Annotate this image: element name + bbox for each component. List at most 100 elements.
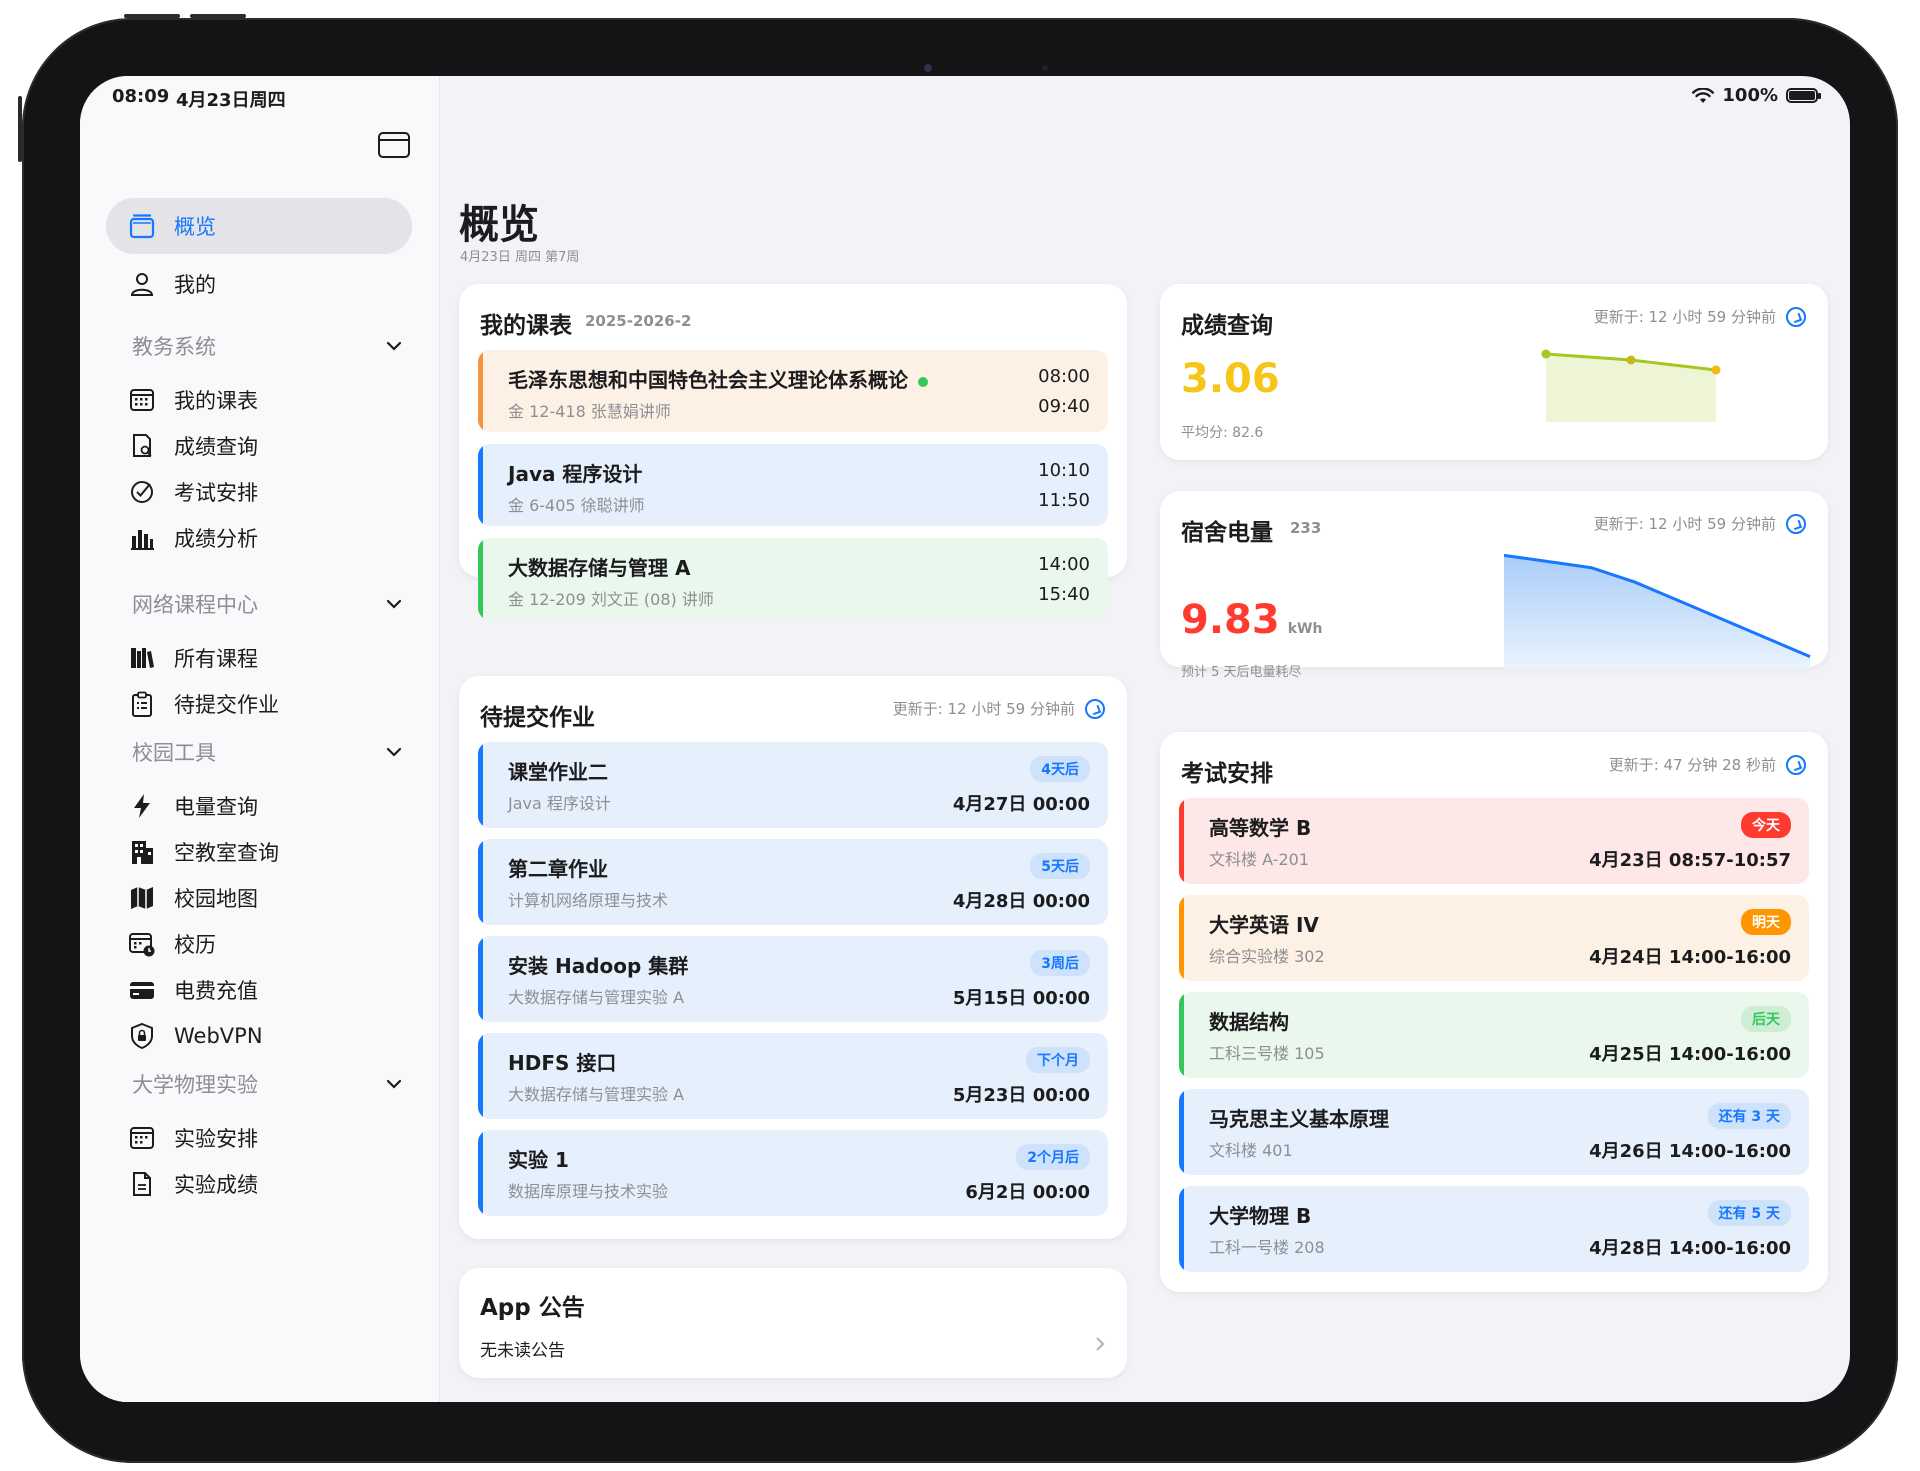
course-location: 金 12-418 张慧娟讲师 bbox=[508, 402, 671, 421]
homework-row[interactable]: 实验 1 数据库原理与技术实验 2个月后 6月2日 00:00 bbox=[478, 1130, 1108, 1216]
sidebar-item-lab-grades[interactable]: 实验成绩 bbox=[106, 1156, 412, 1212]
exam-title: 马克思主义基本原理 bbox=[1209, 1107, 1389, 1131]
updated-text: 更新于: 47 分钟 28 秒前 bbox=[1608, 756, 1776, 774]
homework-course: 大数据存储与管理实验 A bbox=[508, 988, 685, 1007]
sidebar-item-label: 我的课表 bbox=[174, 389, 258, 413]
card-title: 考试安排 bbox=[1181, 761, 1273, 787]
section-online-courses[interactable]: 网络课程中心 bbox=[132, 584, 402, 624]
exam-badge: 明天 bbox=[1741, 909, 1791, 935]
updated-text: 更新于: 12 小时 59 分钟前 bbox=[1593, 515, 1776, 533]
sidebar-item-mine[interactable]: 我的 bbox=[106, 256, 412, 312]
exam-place: 文科楼 401 bbox=[1209, 1141, 1293, 1160]
sidebar-toggle-icon[interactable] bbox=[378, 132, 410, 158]
bar-chart-icon bbox=[126, 522, 158, 554]
due-badge: 2个月后 bbox=[1016, 1144, 1090, 1170]
course-end: 09:40 bbox=[1038, 396, 1090, 417]
homework-row[interactable]: HDFS 接口 大数据存储与管理实验 A 下个月 5月23日 00:00 bbox=[478, 1033, 1108, 1119]
course-row[interactable]: 大数据存储与管理 A 金 12-209 刘文正 (08) 讲师 14:00 15… bbox=[478, 538, 1108, 620]
homework-row[interactable]: 课堂作业二 Java 程序设计 4天后 4月27日 00:00 bbox=[478, 742, 1108, 828]
electricity-value: 9.83 bbox=[1181, 597, 1280, 643]
section-physics-lab[interactable]: 大学物理实验 bbox=[132, 1064, 402, 1104]
course-color-bar bbox=[478, 538, 483, 620]
chevron-down-icon bbox=[386, 599, 402, 609]
homework-color-bar bbox=[478, 742, 483, 828]
updated-info: 更新于: 47 分钟 28 秒前 bbox=[1609, 754, 1806, 775]
exam-title: 高等数学 B bbox=[1209, 816, 1312, 840]
exam-color-bar bbox=[1179, 798, 1184, 884]
exam-row[interactable]: 大学物理 B 工科一号楼 208 还有 5 天 4月28日 14:00-16:0… bbox=[1179, 1186, 1809, 1272]
due-badge: 5天后 bbox=[1030, 853, 1090, 879]
section-title: 教务系统 bbox=[132, 335, 216, 359]
electricity-unit: kWh bbox=[1287, 621, 1323, 637]
main-content: 概览 4月23日 周四 第7周 我的课表 2025-2026-2 毛泽东思想和中… bbox=[440, 76, 1850, 1402]
section-title: 大学物理实验 bbox=[132, 1073, 258, 1097]
due-date: 6月2日 00:00 bbox=[965, 1182, 1090, 1203]
credit-card-icon bbox=[126, 974, 158, 1006]
homework-color-bar bbox=[478, 1033, 483, 1119]
chevron-down-icon bbox=[386, 341, 402, 351]
room-number: 233 bbox=[1290, 519, 1322, 537]
updated-info: 更新于: 12 小时 59 分钟前 bbox=[1594, 306, 1806, 327]
exam-time: 4月23日 08:57-10:57 bbox=[1589, 850, 1791, 871]
sidebar-item-label: 成绩查询 bbox=[174, 435, 258, 459]
top-button bbox=[124, 14, 180, 18]
sidebar-item-overview[interactable]: 概览 bbox=[106, 198, 412, 254]
homework-row[interactable]: 第二章作业 计算机网络原理与技术 5天后 4月28日 00:00 bbox=[478, 839, 1108, 925]
check-pen-icon bbox=[126, 476, 158, 508]
gpa-point bbox=[1541, 349, 1551, 359]
status-date: 4月23日周四 bbox=[176, 90, 286, 111]
battery-percent: 100% bbox=[1722, 85, 1778, 106]
sidebar-item-label: 成绩分析 bbox=[174, 527, 258, 551]
exams-card[interactable]: 考试安排 更新于: 47 分钟 28 秒前 高等数学 B 文科楼 A-201 今… bbox=[1160, 732, 1828, 1292]
exam-place: 工科三号楼 105 bbox=[1209, 1044, 1325, 1063]
electricity-area bbox=[1504, 555, 1810, 669]
refresh-icon[interactable] bbox=[1085, 698, 1105, 719]
exam-time: 4月28日 14:00-16:00 bbox=[1589, 1238, 1791, 1259]
exam-badge: 还有 5 天 bbox=[1707, 1200, 1791, 1226]
electricity-note: 预计 5 天后电量耗尽 bbox=[1181, 665, 1302, 680]
homework-row[interactable]: 安装 Hadoop 集群 大数据存储与管理实验 A 3周后 5月15日 00:0… bbox=[478, 936, 1108, 1022]
exam-time: 4月26日 14:00-16:00 bbox=[1589, 1141, 1791, 1162]
sidebar-item-label: 电量查询 bbox=[174, 795, 258, 819]
gpa-trend-chart bbox=[1541, 349, 1721, 422]
volume-button bbox=[18, 96, 22, 162]
wifi-icon bbox=[1692, 87, 1715, 103]
homework-card[interactable]: 待提交作业 更新于: 12 小时 59 分钟前 课堂作业二 Java 程序设计 … bbox=[459, 676, 1127, 1239]
front-camera bbox=[924, 64, 932, 72]
sidebar-item-grade-analysis[interactable]: 成绩分析 bbox=[106, 510, 412, 566]
homework-title: 课堂作业二 bbox=[508, 760, 608, 784]
homework-color-bar bbox=[478, 936, 483, 1022]
schedule-card[interactable]: 我的课表 2025-2026-2 毛泽东思想和中国特色社会主义理论体系概论 金 … bbox=[459, 284, 1127, 620]
gpa-point bbox=[1626, 355, 1636, 365]
exam-row[interactable]: 数据结构 工科三号楼 105 后天 4月25日 14:00-16:00 bbox=[1179, 992, 1809, 1078]
refresh-icon[interactable] bbox=[1786, 306, 1806, 327]
refresh-icon[interactable] bbox=[1786, 513, 1806, 534]
map-icon bbox=[126, 882, 158, 914]
sidebar: 概览 我的 教务系统 我的课表 成绩查询 考试安排 成绩分析 网络课程中心 所有… bbox=[80, 76, 440, 1402]
card-title: 成绩查询 bbox=[1181, 313, 1273, 339]
section-campus-tools[interactable]: 校园工具 bbox=[132, 732, 402, 772]
electricity-card[interactable]: 宿舍电量 233 更新于: 12 小时 59 分钟前 9.83 kWh 预计 5… bbox=[1160, 491, 1828, 680]
exam-row[interactable]: 马克思主义基本原理 文科楼 401 还有 3 天 4月26日 14:00-16:… bbox=[1179, 1089, 1809, 1175]
sidebar-item-label: WebVPN bbox=[174, 1024, 263, 1048]
refresh-icon[interactable] bbox=[1786, 754, 1806, 775]
exam-row[interactable]: 大学英语 IV 综合实验楼 302 明天 4月24日 14:00-16:00 bbox=[1179, 895, 1809, 981]
course-row[interactable]: Java 程序设计 金 6-405 徐聪讲师 10:10 11:50 bbox=[478, 444, 1108, 526]
section-academic[interactable]: 教务系统 bbox=[132, 326, 402, 366]
sidebar-item-homework[interactable]: 待提交作业 bbox=[106, 676, 412, 732]
sensor bbox=[1042, 65, 1048, 71]
sidebar-item-label: 我的 bbox=[174, 273, 216, 297]
exam-time: 4月24日 14:00-16:00 bbox=[1589, 947, 1791, 968]
course-start: 08:00 bbox=[1038, 366, 1090, 387]
homework-course: 大数据存储与管理实验 A bbox=[508, 1085, 685, 1104]
exam-row[interactable]: 高等数学 B 文科楼 A-201 今天 4月23日 08:57-10:57 bbox=[1179, 798, 1809, 884]
books-icon bbox=[126, 642, 158, 674]
announcement-card[interactable]: App 公告 无未读公告 bbox=[459, 1268, 1127, 1378]
average-score: 平均分: 82.6 bbox=[1181, 425, 1264, 441]
card-title: 宿舍电量 bbox=[1181, 520, 1273, 546]
grades-card[interactable]: 成绩查询 更新于: 12 小时 59 分钟前 3.06 平均分: 82.6 bbox=[1160, 284, 1828, 460]
course-row[interactable]: 毛泽东思想和中国特色社会主义理论体系概论 金 12-418 张慧娟讲师 08:0… bbox=[478, 350, 1108, 432]
course-name: 大数据存储与管理 A bbox=[508, 556, 691, 580]
sidebar-item-webvpn[interactable]: WebVPN bbox=[106, 1008, 412, 1064]
updated-info: 更新于: 12 小时 59 分钟前 bbox=[1594, 513, 1806, 534]
